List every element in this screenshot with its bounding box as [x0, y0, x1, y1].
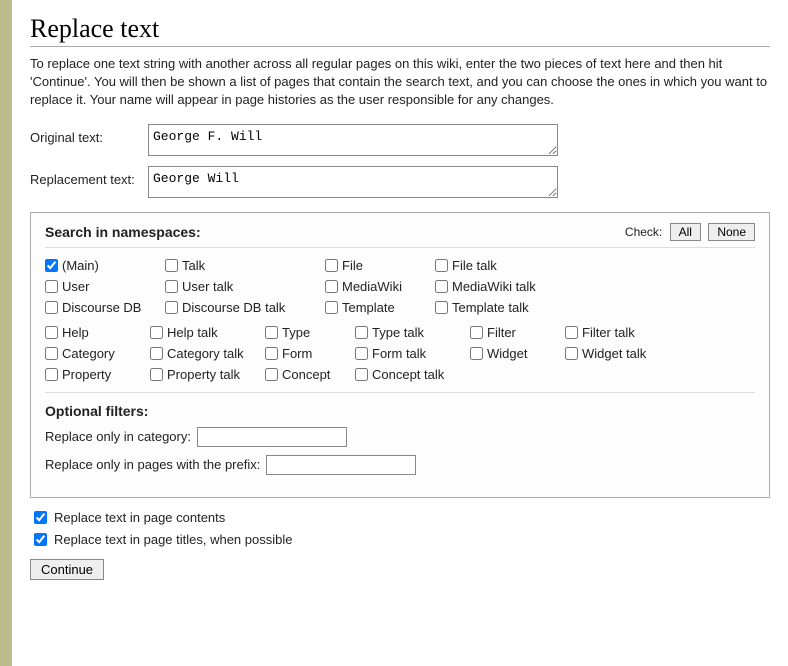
replace-titles-label: Replace text in page titles, when possib…	[54, 532, 292, 547]
check-all-button[interactable]: All	[670, 223, 701, 241]
namespace-label: Type	[282, 325, 310, 340]
namespace-label: Template talk	[452, 300, 529, 315]
check-label: Check:	[625, 225, 662, 239]
namespace-label: Template	[342, 300, 395, 315]
namespace-label: Category talk	[167, 346, 244, 361]
divider	[45, 247, 755, 248]
namespace-checkbox[interactable]	[265, 347, 278, 360]
namespace-checkbox[interactable]	[165, 301, 178, 314]
namespace-label: Form talk	[372, 346, 426, 361]
category-filter-input[interactable]	[197, 427, 347, 447]
replace-titles-checkbox[interactable]	[34, 533, 47, 546]
namespace-checkbox[interactable]	[150, 326, 163, 339]
namespace-label: Talk	[182, 258, 205, 273]
namespace-checkbox[interactable]	[165, 259, 178, 272]
namespace-checkbox[interactable]	[435, 301, 448, 314]
namespace-label: Help talk	[167, 325, 218, 340]
namespace-checkbox[interactable]	[325, 301, 338, 314]
namespace-label: Concept talk	[372, 367, 444, 382]
namespace-checkbox[interactable]	[265, 368, 278, 381]
namespace-checkbox[interactable]	[355, 326, 368, 339]
namespace-label: (Main)	[62, 258, 99, 273]
namespace-label: Filter	[487, 325, 516, 340]
namespace-checkbox[interactable]	[435, 280, 448, 293]
namespace-label: Widget	[487, 346, 527, 361]
replacement-text-input[interactable]	[148, 166, 558, 198]
namespace-label: Discourse DB talk	[182, 300, 285, 315]
optional-filters-heading: Optional filters:	[45, 403, 755, 419]
namespace-checkbox[interactable]	[470, 326, 483, 339]
namespace-checkbox[interactable]	[45, 301, 58, 314]
namespace-checkbox[interactable]	[45, 347, 58, 360]
namespaces-heading: Search in namespaces:	[45, 224, 201, 240]
namespace-label: File	[342, 258, 363, 273]
replace-contents-checkbox[interactable]	[34, 511, 47, 524]
namespace-checkbox[interactable]	[355, 347, 368, 360]
namespace-checkbox[interactable]	[325, 259, 338, 272]
divider	[45, 392, 755, 393]
namespace-checkbox[interactable]	[435, 259, 448, 272]
namespace-label: User talk	[182, 279, 233, 294]
replace-contents-label: Replace text in page contents	[54, 510, 225, 525]
page-title: Replace text	[30, 14, 770, 47]
namespace-checkbox[interactable]	[45, 259, 58, 272]
namespace-checkbox[interactable]	[565, 347, 578, 360]
namespace-checkbox[interactable]	[470, 347, 483, 360]
namespace-checkbox[interactable]	[565, 326, 578, 339]
namespace-checkbox[interactable]	[265, 326, 278, 339]
check-none-button[interactable]: None	[708, 223, 755, 241]
namespace-checkbox[interactable]	[150, 368, 163, 381]
namespace-label: Concept	[282, 367, 330, 382]
original-text-label: Original text:	[30, 124, 148, 145]
namespace-label: Category	[62, 346, 115, 361]
replacement-text-label: Replacement text:	[30, 166, 148, 187]
namespace-label: Discourse DB	[62, 300, 141, 315]
namespace-label: MediaWiki talk	[452, 279, 536, 294]
namespace-label: Property	[62, 367, 111, 382]
namespace-label: User	[62, 279, 89, 294]
namespace-checkbox[interactable]	[325, 280, 338, 293]
namespace-checkbox[interactable]	[45, 368, 58, 381]
namespace-label: File talk	[452, 258, 497, 273]
prefix-filter-label: Replace only in pages with the prefix:	[45, 457, 260, 472]
original-text-input[interactable]	[148, 124, 558, 156]
namespace-label: Type talk	[372, 325, 424, 340]
intro-text: To replace one text string with another …	[30, 55, 770, 110]
namespace-label: Widget talk	[582, 346, 646, 361]
namespace-checkbox[interactable]	[45, 280, 58, 293]
namespace-label: Filter talk	[582, 325, 635, 340]
namespace-label: Property talk	[167, 367, 240, 382]
namespace-checkbox[interactable]	[355, 368, 368, 381]
namespace-checkbox[interactable]	[165, 280, 178, 293]
category-filter-label: Replace only in category:	[45, 429, 191, 444]
namespace-label: Form	[282, 346, 312, 361]
namespace-checkbox[interactable]	[45, 326, 58, 339]
namespace-checkbox[interactable]	[150, 347, 163, 360]
prefix-filter-input[interactable]	[266, 455, 416, 475]
continue-button[interactable]: Continue	[30, 559, 104, 580]
namespace-label: Help	[62, 325, 89, 340]
namespace-label: MediaWiki	[342, 279, 402, 294]
namespaces-fieldset: Search in namespaces: Check: All None (M…	[30, 212, 770, 498]
